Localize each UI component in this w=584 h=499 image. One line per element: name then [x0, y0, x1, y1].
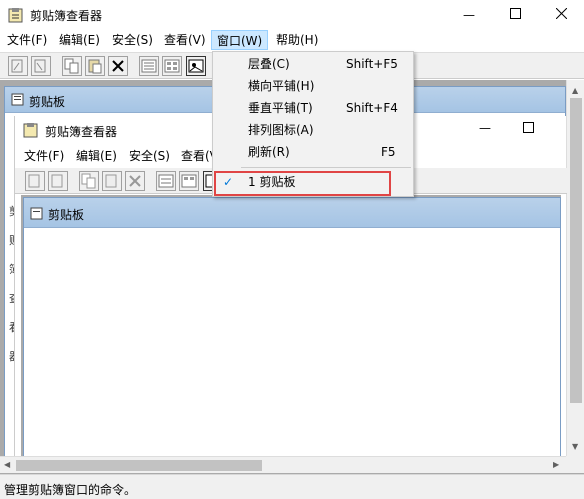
- inner-thumbnail-view-button[interactable]: [179, 171, 199, 191]
- scroll-corner: [566, 456, 584, 473]
- vertical-scrollbar[interactable]: ▲ ▼: [566, 80, 584, 456]
- scroll-down-icon[interactable]: ▼: [572, 442, 578, 451]
- delete-icon: [129, 175, 141, 187]
- close-icon: [555, 7, 567, 23]
- disconnect-icon: [34, 59, 46, 73]
- disconnect-icon: [51, 174, 63, 188]
- paste-icon: [105, 174, 117, 188]
- paste-button[interactable]: [85, 56, 105, 76]
- menu-window[interactable]: 窗口(W): [211, 30, 269, 50]
- inner-mdi-child-titlebar: 剪贴板: [24, 198, 560, 228]
- menu-item-cascade[interactable]: 层叠(C) Shift+F5: [213, 53, 413, 75]
- thumbnail-icon: [181, 174, 197, 188]
- minimize-button[interactable]: —: [446, 0, 492, 30]
- menu-item-refresh[interactable]: 刷新(R) F5: [213, 141, 413, 163]
- connect-button[interactable]: [8, 56, 28, 76]
- maximize-icon: [509, 7, 521, 23]
- menu-item-tile-horizontal[interactable]: 横向平铺(H): [213, 75, 413, 97]
- menu-file[interactable]: 文件(F): [2, 30, 52, 50]
- h-scroll-thumb[interactable]: [16, 460, 262, 471]
- connect-icon: [28, 174, 40, 188]
- inner-copy-button[interactable]: [79, 171, 99, 191]
- inner-maximize-icon[interactable]: [523, 122, 534, 136]
- inner-list-view-button[interactable]: [156, 171, 176, 191]
- highlight-box: [214, 171, 391, 196]
- window-title: 剪贴簿查看器: [30, 9, 103, 23]
- content-view-icon: [188, 59, 204, 73]
- scroll-right-icon[interactable]: ▶: [553, 460, 559, 469]
- menu-bar: 文件(F) 编辑(E) 安全(S) 查看(V) 窗口(W) 帮助(H): [0, 30, 584, 51]
- inner-app-icon: [23, 122, 39, 138]
- status-text: 管理剪贴簿窗口的命令。: [4, 483, 137, 497]
- inner-clipboard-icon: [30, 206, 44, 223]
- inner-window-title: 剪贴簿查看器: [45, 125, 118, 139]
- menu-edit[interactable]: 编辑(E): [54, 30, 105, 50]
- delete-icon: [112, 60, 124, 72]
- menu-help[interactable]: 帮助(H): [271, 30, 323, 50]
- inner-minimize-icon[interactable]: —: [479, 121, 491, 135]
- inner-mdi-child: 剪贴板: [23, 197, 561, 458]
- app-icon: [8, 7, 24, 23]
- horizontal-scrollbar[interactable]: ◀ ▶: [0, 456, 566, 473]
- thumbnail-view-button[interactable]: [162, 56, 182, 76]
- list-view-button[interactable]: [139, 56, 159, 76]
- connect-icon: [11, 59, 23, 73]
- mdi-child-title: 剪贴板: [29, 95, 66, 109]
- refresh-shortcut: F5: [381, 145, 396, 159]
- inner-menu-edit[interactable]: 编辑(E): [71, 146, 122, 166]
- scroll-up-icon[interactable]: ▲: [572, 86, 578, 95]
- clipboard-icon: [11, 92, 27, 108]
- copy-icon: [64, 58, 79, 74]
- scroll-thumb[interactable]: [570, 98, 582, 403]
- copy-icon: [81, 173, 96, 189]
- inner-delete-button[interactable]: [125, 171, 145, 191]
- maximize-button[interactable]: [492, 0, 538, 30]
- inner-menu-file[interactable]: 文件(F): [19, 146, 69, 166]
- title-bar: 剪贴簿查看器 —: [0, 0, 584, 30]
- menu-item-arrange-icons[interactable]: 排列图标(A): [213, 119, 413, 141]
- list-icon: [141, 59, 157, 73]
- window-dropdown-menu: 层叠(C) Shift+F5 横向平铺(H) 垂直平铺(T) Shift+F4 …: [212, 51, 414, 197]
- menu-item-tile-vertical[interactable]: 垂直平铺(T) Shift+F4: [213, 97, 413, 119]
- paste-icon: [88, 59, 102, 74]
- inner-paste-button[interactable]: [102, 171, 122, 191]
- inner-disconnect-button[interactable]: [48, 171, 68, 191]
- minimize-icon: —: [463, 8, 475, 22]
- menu-separator: [241, 167, 411, 168]
- disconnect-button[interactable]: [31, 56, 51, 76]
- close-button[interactable]: [538, 0, 584, 30]
- delete-button[interactable]: [108, 56, 128, 76]
- copy-button[interactable]: [62, 56, 82, 76]
- menu-security[interactable]: 安全(S): [107, 30, 158, 50]
- inner-connect-button[interactable]: [25, 171, 45, 191]
- status-bar: 管理剪贴簿窗口的命令。: [0, 474, 584, 499]
- scroll-left-icon[interactable]: ◀: [4, 460, 10, 469]
- content-view-button[interactable]: [186, 56, 206, 76]
- list-icon: [158, 174, 174, 188]
- thumbnail-icon: [164, 59, 180, 73]
- menu-view[interactable]: 查看(V): [159, 30, 211, 50]
- inner-mdi-area: 剪贴板: [21, 195, 561, 458]
- inner-menu-security[interactable]: 安全(S): [124, 146, 175, 166]
- inner-mdi-child-title: 剪贴板: [48, 208, 85, 222]
